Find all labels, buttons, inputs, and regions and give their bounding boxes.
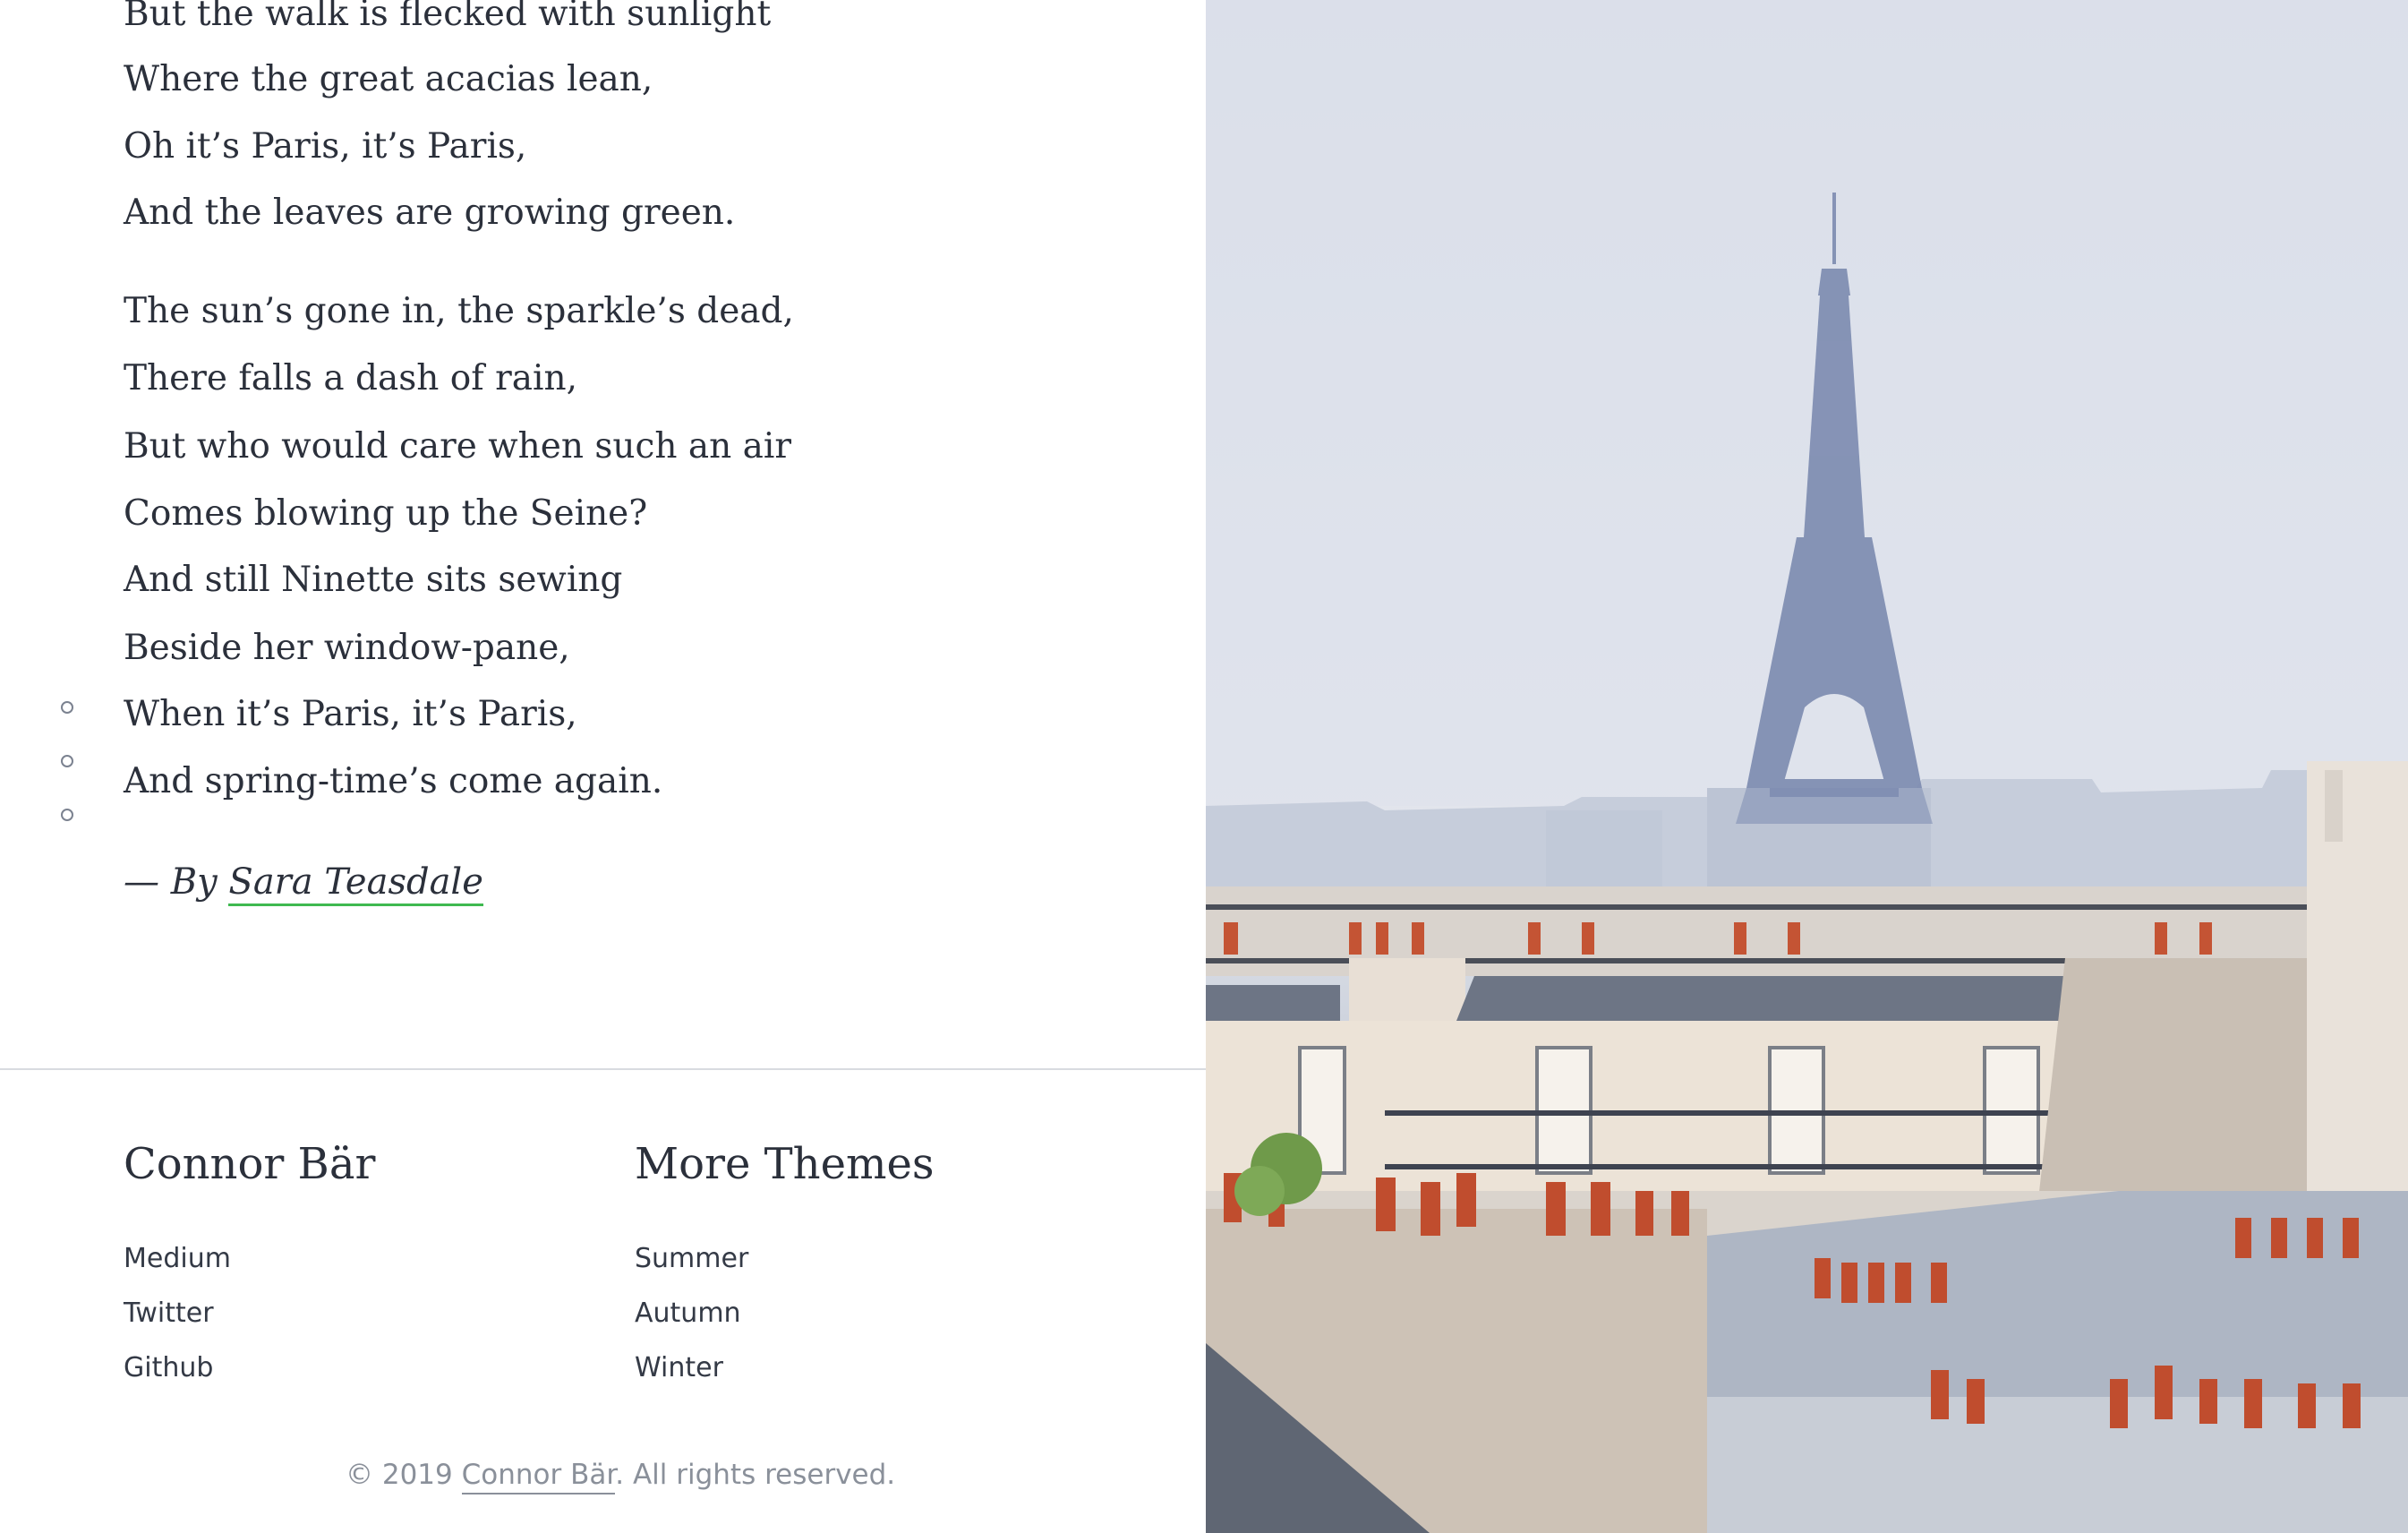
footer-column-author: Connor Bär Medium Twitter Github <box>124 1137 376 1383</box>
footer-link-twitter[interactable]: Twitter <box>124 1286 231 1340</box>
poem-line: The sun’s gone in, the sparkle’s dead, <box>124 291 794 331</box>
footer-link-github[interactable]: Github <box>124 1340 231 1395</box>
poem-line: There falls a dash of rain, <box>124 358 577 398</box>
copyright-prefix: © 2019 <box>346 1459 462 1491</box>
copyright-suffix: . All rights reserved. <box>615 1459 896 1491</box>
section-nav-dot[interactable] <box>61 809 73 821</box>
copyright-author-link[interactable]: Connor Bär <box>461 1459 616 1494</box>
footer-link-autumn[interactable]: Autumn <box>635 1286 748 1340</box>
copyright-notice: © 2019 Connor Bär. All rights reserved. <box>346 1455 895 1494</box>
footer-heading-themes: More Themes <box>635 1139 935 1189</box>
paris-skyline-illustration <box>1206 0 2408 1533</box>
footer-heading-author: Connor Bär <box>124 1139 376 1189</box>
footer-link-medium[interactable]: Medium <box>124 1231 231 1286</box>
poem-line: Comes blowing up the Seine? <box>124 493 648 534</box>
poem-line: Where the great acacias lean, <box>124 59 653 99</box>
poem-line: And still Ninette sits sewing <box>124 560 623 600</box>
content-column: But the walk is flecked with sunlight Wh… <box>0 0 1206 1533</box>
poem-attribution: — By Sara Teasdale <box>124 860 483 906</box>
footer-links-themes: Summer Autumn Winter <box>635 1231 748 1395</box>
poem-line: Oh it’s Paris, it’s Paris, <box>124 126 527 167</box>
section-nav-dot[interactable] <box>61 701 73 714</box>
poem-line: And the leaves are growing green. <box>124 193 736 233</box>
author-link[interactable]: Sara Teasdale <box>228 861 483 906</box>
poem-line: When it’s Paris, it’s Paris, <box>124 694 577 734</box>
attribution-prefix: — By <box>124 861 229 903</box>
footer-link-summer[interactable]: Summer <box>635 1231 748 1286</box>
poem-line: And spring-time’s come again. <box>124 761 663 801</box>
footer-divider <box>0 1068 1206 1070</box>
poem-line: Beside her window-pane, <box>124 628 570 668</box>
footer-links-author: Medium Twitter Github <box>124 1231 231 1395</box>
poem-line: But the walk is flecked with sunlight <box>124 0 772 34</box>
footer-column-themes: More Themes Summer Autumn Winter <box>635 1137 935 1383</box>
footer-link-winter[interactable]: Winter <box>635 1340 748 1395</box>
paris-rooftops-photo <box>1206 0 2408 1533</box>
section-nav-dot[interactable] <box>61 755 73 767</box>
poem-line: But who would care when such an air <box>124 426 791 467</box>
